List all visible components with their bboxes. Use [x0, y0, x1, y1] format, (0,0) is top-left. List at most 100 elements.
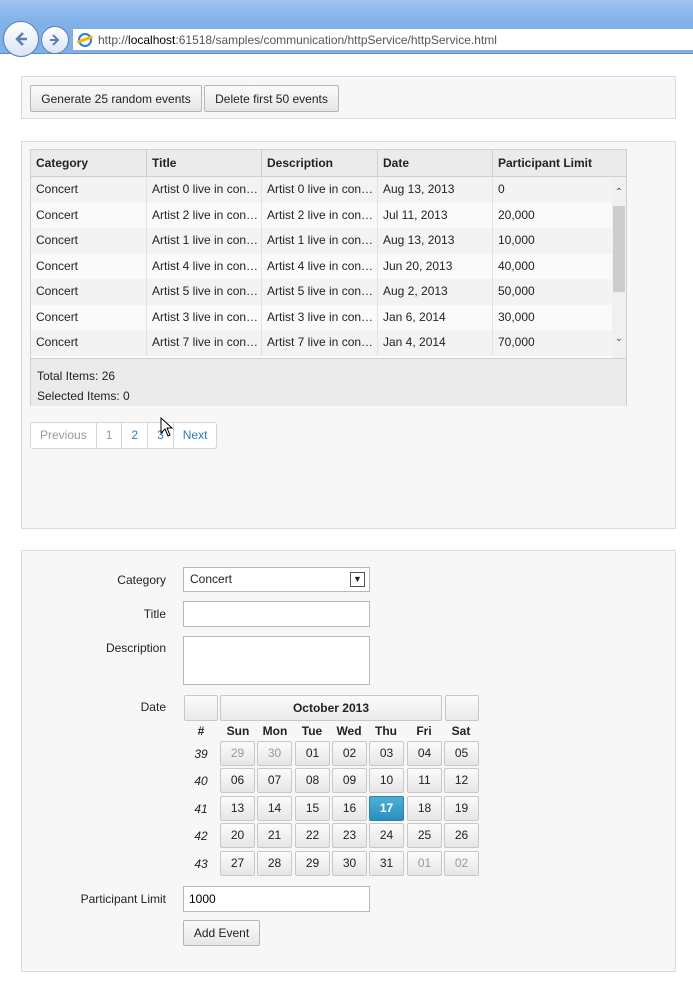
calendar-day[interactable]: 02 [444, 851, 479, 876]
column-header-description[interactable]: Description [262, 150, 378, 176]
calendar-day[interactable]: 24 [369, 823, 404, 848]
cell-participant-limit: 70,000 [498, 335, 535, 349]
table-row[interactable]: Concert Artist 2 live in concert Artist … [31, 202, 612, 228]
mouse-cursor-icon [160, 417, 174, 437]
calendar-dow: Wed [336, 724, 362, 738]
calendar-day[interactable]: 11 [407, 768, 442, 793]
url-prefix: http:// [98, 32, 129, 47]
calendar-next-button[interactable] [445, 695, 479, 721]
grid-scrollbar[interactable]: ⌃ ⌄ [612, 177, 626, 358]
calendar-day[interactable]: 01 [407, 851, 442, 876]
calendar-day[interactable]: 14 [257, 796, 292, 821]
delete-events-button[interactable]: Delete first 50 events [204, 85, 339, 112]
pager-previous[interactable]: Previous [31, 423, 97, 448]
browser-toolbar: http://localhost:61518/samples/communica… [0, 0, 693, 57]
cell-category: Concert [31, 304, 147, 330]
grid-body: Concert Artist 0 live in concert Artist … [31, 177, 612, 358]
calendar-day[interactable]: 08 [295, 768, 330, 793]
calendar-month-title[interactable]: October 2013 [220, 695, 442, 721]
calendar-day[interactable]: 03 [369, 741, 404, 766]
pager-next[interactable]: Next [174, 423, 217, 448]
calendar-day[interactable]: 30 [332, 851, 367, 876]
participant-limit-input[interactable] [183, 886, 370, 912]
chevron-down-icon[interactable]: ▼ [350, 572, 365, 587]
title-input[interactable] [183, 601, 370, 627]
calendar-day[interactable]: 04 [407, 741, 442, 766]
calendar-day[interactable]: 18 [407, 796, 442, 821]
calendar-day[interactable]: 23 [332, 823, 367, 848]
chevron-down-icon[interactable]: ⌄ [614, 333, 624, 345]
calendar-day[interactable]: 12 [444, 768, 479, 793]
calendar-day[interactable]: 10 [369, 768, 404, 793]
url-host: localhost [128, 32, 176, 47]
cell-participant-limit: 0 [498, 182, 505, 196]
calendar-day[interactable]: 05 [444, 741, 479, 766]
calendar-day[interactable]: 13 [220, 796, 255, 821]
cell-date: Aug 2, 2013 [378, 279, 493, 305]
week-number: 39 [194, 747, 208, 761]
calendar-day[interactable]: 02 [332, 741, 367, 766]
pager-page-2[interactable]: 2 [122, 423, 149, 448]
participant-limit-label: Participant Limit [80, 892, 166, 906]
calendar-dow: Sun [226, 724, 250, 738]
cell-participant-limit: 20,000 [498, 207, 535, 222]
column-header-participant-limit[interactable]: Participant Limit [493, 150, 626, 176]
scrollbar-thumb[interactable] [613, 206, 625, 292]
calendar-day[interactable]: 20 [220, 823, 255, 848]
grid-header: Category Title Description Date Particip… [31, 150, 626, 177]
cell-description: Artist 0 live in concert [262, 177, 378, 203]
calendar-day[interactable]: 19 [444, 796, 479, 821]
cell-participant-limit: 10,000 [498, 233, 535, 247]
week-number: 42 [194, 829, 208, 843]
chevron-up-icon[interactable]: ⌃ [614, 187, 624, 199]
column-header-date[interactable]: Date [378, 150, 493, 176]
calendar-day[interactable]: 26 [444, 823, 479, 848]
calendar-dow: Tue [301, 724, 323, 738]
calendar-day[interactable]: 29 [295, 851, 330, 876]
generate-events-button[interactable]: Generate 25 random events [30, 85, 202, 112]
category-select[interactable]: Concert ▼ [183, 567, 370, 592]
browser-title-bar [0, 0, 693, 24]
calendar-day[interactable]: 16 [332, 796, 367, 821]
calendar-day[interactable]: 01 [295, 741, 330, 766]
calendar-day[interactable]: 28 [257, 851, 292, 876]
add-event-button[interactable]: Add Event [183, 920, 260, 946]
description-label: Description [105, 641, 166, 655]
ie-logo-icon [78, 32, 92, 47]
cell-title: Artist 1 live in concert [147, 228, 262, 254]
table-row[interactable]: Concert Artist 0 live in concert Artist … [31, 177, 612, 203]
cell-category: Concert [31, 228, 147, 254]
calendar-day[interactable]: 31 [369, 851, 404, 876]
calendar-dow: Fri [416, 724, 432, 738]
cell-title: Artist 3 live in concert [147, 304, 262, 330]
address-bar[interactable]: http://localhost:61518/samples/communica… [72, 28, 693, 51]
calendar-dow: Sat [451, 724, 471, 738]
column-header-title[interactable]: Title [147, 150, 262, 176]
table-row[interactable]: Concert Artist 3 live in concert Artist … [31, 304, 612, 330]
table-row[interactable]: Concert Artist 7 live in concert Artist … [31, 330, 612, 356]
table-row[interactable]: Concert Artist 5 live in concert Artist … [31, 279, 612, 305]
column-header-category[interactable]: Category [31, 150, 147, 176]
table-row[interactable]: Concert Artist 1 live in concert Artist … [31, 228, 612, 254]
calendar-day[interactable]: 29 [220, 741, 255, 766]
calendar-day[interactable]: 22 [295, 823, 330, 848]
calendar-day-selected[interactable]: 17 [369, 796, 404, 821]
calendar-day[interactable]: 07 [257, 768, 292, 793]
calendar-day[interactable]: 15 [295, 796, 330, 821]
title-label: Title [143, 607, 166, 621]
calendar-day[interactable]: 09 [332, 768, 367, 793]
cell-participant-limit: 50,000 [498, 284, 535, 298]
back-button[interactable] [3, 21, 39, 57]
calendar-day[interactable]: 27 [220, 851, 255, 876]
calendar-day[interactable]: 30 [257, 741, 292, 766]
calendar-day[interactable]: 06 [220, 768, 255, 793]
arrow-right-icon [50, 34, 60, 46]
calendar-day[interactable]: 21 [257, 823, 292, 848]
calendar-prev-button[interactable] [184, 695, 218, 721]
calendar-day[interactable]: 25 [407, 823, 442, 848]
cell-title: Artist 0 live in concert [147, 177, 262, 203]
forward-button[interactable] [41, 26, 69, 54]
table-row[interactable]: Concert Artist 4 live in concert Artist … [31, 253, 612, 279]
pager-page-1[interactable]: 1 [97, 423, 123, 448]
description-textarea[interactable] [183, 636, 370, 685]
